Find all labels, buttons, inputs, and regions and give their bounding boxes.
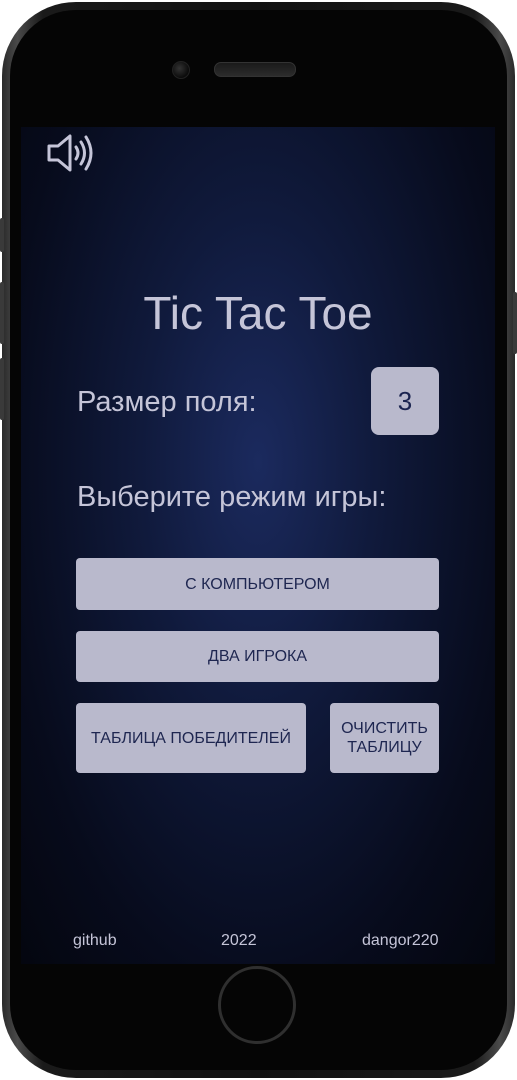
speaker-on-icon[interactable] xyxy=(45,131,101,175)
earpiece-speaker xyxy=(214,62,296,77)
leaderboard-button[interactable]: ТАБЛИЦА ПОБЕДИТЕЛЕЙ xyxy=(76,703,306,773)
field-size-label: Размер поля: xyxy=(77,386,257,418)
side-button xyxy=(0,218,4,252)
two-players-button[interactable]: ДВА ИГРОКА xyxy=(76,631,439,682)
page-title: Tic Tac Toe xyxy=(143,287,373,339)
app-screen: Tic Tac Toe Размер поля: Выберите режим … xyxy=(21,127,495,964)
game-mode-label: Выберите режим игры: xyxy=(77,481,387,513)
clear-table-button[interactable]: ОЧИСТИТЬ ТАБЛИЦУ xyxy=(330,703,439,773)
footer-year: 2022 xyxy=(221,932,257,949)
author-link[interactable]: dangor220 xyxy=(362,931,439,950)
side-button xyxy=(513,292,517,354)
vs-computer-button[interactable]: С КОМПЬЮТЕРОМ xyxy=(76,558,439,610)
home-button xyxy=(218,966,296,1044)
front-camera xyxy=(172,61,190,79)
side-button xyxy=(0,358,4,420)
field-size-input[interactable] xyxy=(371,367,439,435)
side-button xyxy=(0,282,4,344)
github-link[interactable]: github xyxy=(73,931,117,950)
